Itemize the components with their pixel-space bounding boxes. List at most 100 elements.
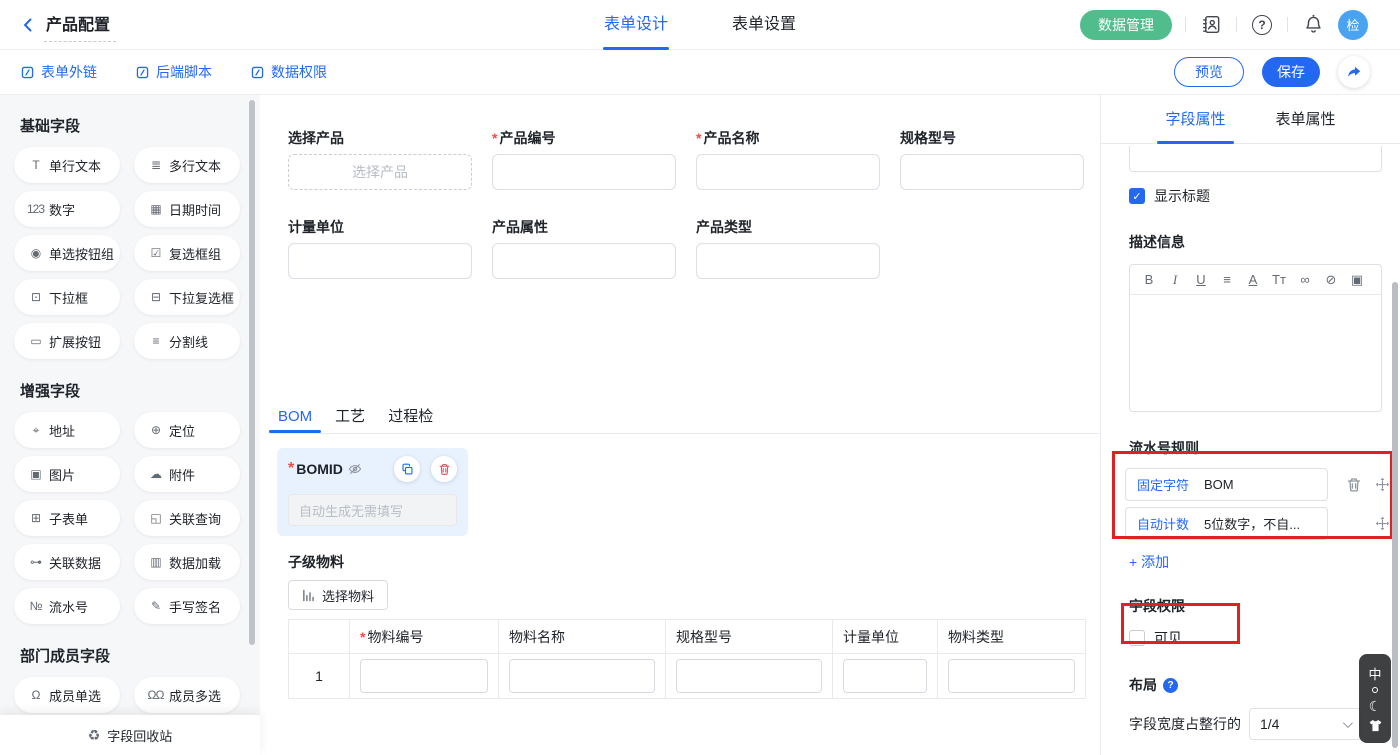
panel-tab[interactable]: 字段属性	[1165, 95, 1225, 144]
select-product-button[interactable]: 选择产品	[288, 154, 472, 190]
italic-icon[interactable]: I	[1162, 272, 1188, 288]
serial-rule[interactable]: 自动计数 5位数字，不自...	[1125, 507, 1328, 540]
sidebar-field-item[interactable]: ▣ 图片	[14, 456, 120, 492]
serial-rule[interactable]: 固定字符 BOM	[1125, 468, 1328, 501]
toolbar-actions: 预览 保存	[1174, 56, 1380, 88]
panel-scrolled-input[interactable]	[1129, 146, 1382, 172]
theme-shirt-icon[interactable]	[1368, 719, 1383, 733]
divider-icon: ≡	[146, 334, 165, 348]
underline-icon[interactable]: U	[1188, 272, 1214, 287]
sidebar-field-item[interactable]: ⊟ 下拉复选框	[134, 279, 240, 315]
address-icon: ⌖	[26, 423, 45, 438]
sidebar-field-item[interactable]: ✎ 手写签名	[134, 588, 240, 624]
sidebar-field-item[interactable]: ΩΩ 成员多选	[134, 677, 240, 713]
copy-field-button[interactable]	[394, 456, 420, 482]
delete-field-button[interactable]	[431, 456, 457, 482]
remove-link-icon[interactable]: ⊘	[1318, 272, 1344, 288]
share-button[interactable]	[1338, 56, 1370, 88]
selected-field-bomid[interactable]: * BOMID 自动生成无需填写	[277, 448, 468, 536]
help-icon[interactable]: ?	[1250, 13, 1274, 37]
show-title-checkbox[interactable]: ✓	[1129, 188, 1145, 204]
layout-help-icon[interactable]: ?	[1163, 678, 1178, 693]
sidebar-field-item[interactable]: ≣ 多行文本	[134, 147, 240, 183]
form-field[interactable]: 计量单位	[288, 219, 472, 279]
subtable-cell-input[interactable]	[843, 659, 927, 693]
save-button[interactable]: 保存	[1262, 57, 1320, 87]
insert-link-icon[interactable]: ∞	[1292, 272, 1318, 287]
font-color-icon[interactable]: A	[1240, 272, 1266, 287]
form-field[interactable]: *产品名称	[696, 130, 880, 190]
page-title[interactable]: 产品配置	[44, 8, 116, 42]
field-input[interactable]	[900, 154, 1084, 190]
toolbar-link[interactable]: 后端脚本	[135, 62, 212, 82]
description-editor[interactable]: B I U ≡ A Tт ∞ ⊘ ▣	[1129, 264, 1382, 412]
visible-checkbox[interactable]	[1129, 630, 1145, 646]
sidebar-field-item[interactable]: ⌖ 地址	[14, 412, 120, 448]
sidebar-field-item[interactable]: ⊶ 关联数据	[14, 544, 120, 580]
language-toggle[interactable]: 中	[1368, 664, 1381, 683]
sidebar-field-item[interactable]: ◱ 关联查询	[134, 500, 240, 536]
data-manage-button[interactable]: 数据管理	[1080, 10, 1172, 40]
field-input[interactable]	[696, 243, 880, 279]
sidebar-field-item[interactable]: 123 数字	[14, 191, 120, 227]
toolbar-link[interactable]: 表单外链	[20, 62, 97, 82]
sidebar-field-item[interactable]: ▭ 扩展按钮	[14, 323, 120, 359]
user-avatar[interactable]: 检	[1338, 10, 1368, 40]
form-field[interactable]: 产品类型	[696, 219, 880, 279]
header-tab[interactable]: 表单设计	[604, 0, 668, 50]
sidebar-field-item[interactable]: ⊞ 子表单	[14, 500, 120, 536]
sidebar-field-item[interactable]: ⊡ 下拉框	[14, 279, 120, 315]
sidebar-field-item[interactable]: T 单行文本	[14, 147, 120, 183]
drag-rule-icon[interactable]	[1375, 516, 1390, 531]
field-input[interactable]	[288, 243, 472, 279]
sidebar-field-item[interactable]: Ω 成员单选	[14, 677, 120, 713]
sidebar-field-item[interactable]: ☁ 附件	[134, 456, 240, 492]
add-rule-link[interactable]: + 添加	[1129, 552, 1169, 572]
subform-tab[interactable]: 工艺	[326, 405, 374, 433]
dot-icon[interactable]	[1372, 687, 1378, 693]
sidebar-field-item[interactable]: ≡ 分割线	[134, 323, 240, 359]
panel-scrollbar[interactable]	[1392, 282, 1398, 748]
form-field[interactable]: *产品编号	[492, 130, 676, 190]
dark-mode-moon-icon[interactable]: ☾	[1369, 698, 1382, 715]
font-size-icon[interactable]: Tт	[1266, 272, 1292, 287]
field-input[interactable]	[696, 154, 880, 190]
sidebar-scrollbar[interactable]	[249, 100, 255, 645]
insert-image-icon[interactable]: ▣	[1344, 272, 1370, 288]
subform-tab[interactable]: BOM	[269, 405, 321, 433]
field-input[interactable]	[492, 243, 676, 279]
align-icon[interactable]: ≡	[1214, 272, 1240, 287]
sidebar-field-item[interactable]: ◉ 单选按钮组	[14, 235, 120, 271]
serial-rule-list: 固定字符 BOM 自动计数	[1129, 468, 1382, 540]
sidebar-field-item[interactable]: ▥ 数据加载	[134, 544, 240, 580]
toolbar-link[interactable]: 数据权限	[250, 62, 327, 82]
contact-book-icon[interactable]	[1199, 13, 1223, 37]
delete-rule-icon[interactable]	[1346, 477, 1362, 493]
field-input[interactable]	[492, 154, 676, 190]
back-button[interactable]	[16, 13, 40, 37]
bomid-input[interactable]: 自动生成无需填写	[288, 494, 457, 526]
drag-rule-icon[interactable]	[1375, 477, 1390, 492]
sidebar-field-item[interactable]: ▦ 日期时间	[134, 191, 240, 227]
radio-group-icon: ◉	[26, 246, 45, 260]
form-field[interactable]: 选择产品 选择产品	[288, 130, 472, 190]
field-width-select[interactable]: 1/4	[1249, 708, 1361, 740]
form-field[interactable]: 产品属性	[492, 219, 676, 279]
subtable-cell-input[interactable]	[360, 659, 488, 693]
sidebar-field-item[interactable]: ⊕ 定位	[134, 412, 240, 448]
subtable-cell-input[interactable]	[948, 659, 1075, 693]
subform-tab[interactable]: 过程检	[379, 405, 442, 433]
number-icon: 123	[26, 202, 45, 216]
bold-icon[interactable]: B	[1136, 272, 1162, 287]
select-material-button[interactable]: 选择物料	[288, 580, 388, 610]
subtable-cell-input[interactable]	[509, 659, 655, 693]
header-tab[interactable]: 表单设置	[732, 0, 796, 50]
sidebar-field-item[interactable]: ☑ 复选框组	[134, 235, 240, 271]
notification-bell-icon[interactable]	[1301, 13, 1325, 37]
field-recycle-bin[interactable]: ♻ 字段回收站	[0, 715, 260, 755]
form-field[interactable]: 规格型号	[900, 130, 1084, 190]
panel-tab[interactable]: 表单属性	[1276, 95, 1336, 144]
sidebar-field-item[interactable]: № 流水号	[14, 588, 120, 624]
preview-button[interactable]: 预览	[1174, 57, 1244, 87]
subtable-cell-input[interactable]	[676, 659, 822, 693]
